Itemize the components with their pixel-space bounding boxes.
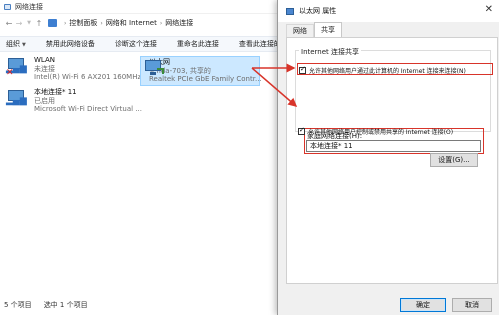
connection-adapter: Microsoft Wi-Fi Direct Virtual ...	[34, 105, 142, 113]
organize-menu[interactable]: 组织 ▼	[6, 39, 26, 49]
connection-status: 已启用	[34, 96, 55, 105]
chevron-right-icon[interactable]: ›	[160, 20, 162, 27]
annotation-box-sharing	[297, 63, 493, 75]
cable-icon	[157, 68, 164, 74]
connection-status: 未连接	[34, 64, 55, 73]
screen: 网络连接 ← → ▼ ↑ › 控制面板 › 网络和 Internet › 网络连…	[0, 0, 499, 315]
close-icon[interactable]: ✕	[485, 4, 493, 15]
status-bar: 5 个项目 选中 1 个项目	[4, 300, 100, 310]
breadcrumb-network-connections[interactable]: 网络连接	[165, 18, 193, 28]
connection-wlan[interactable]: ▂▄▆ ✕ WLAN 未连接 Intel(R) Wi-Fi 6 AX201 16…	[6, 56, 141, 82]
network-adapter-icon	[286, 7, 294, 15]
settings-button[interactable]: 设置(G)...	[430, 153, 478, 167]
recent-locations-icon[interactable]: ▼	[24, 20, 34, 26]
connection-adapter: Realtek PCIe GbE Family Contr...	[149, 75, 262, 83]
tab-sharing[interactable]: 共享	[314, 22, 342, 37]
connection-name: 以太网	[149, 58, 262, 67]
rename-button[interactable]: 重命名此连接	[177, 39, 219, 49]
tab-network[interactable]: 网络	[286, 24, 314, 37]
disable-device-button[interactable]: 禁用此网络设备	[46, 39, 95, 49]
wifi-signal-icon: ▂▄▆	[6, 96, 27, 106]
allow-control-checkbox[interactable]: 允许其他网络用户控制或禁用共享的 Internet 连接(O)	[298, 126, 454, 136]
chevron-right-icon[interactable]: ›	[100, 20, 102, 27]
allow-control-label: 允许其他网络用户控制或禁用共享的 Internet 连接(O)	[308, 129, 454, 136]
checkbox-checked-icon	[298, 126, 305, 135]
connection-adapter: Intel(R) Wi-Fi 6 AX201 160MHz	[34, 73, 142, 81]
connection-status: Tenda-703, 共享的	[149, 66, 211, 75]
ethernet-properties-dialog: 以太网 属性 ✕ 网络 共享 Internet 连接共享 允许其他网络用户通过此…	[277, 0, 499, 315]
breadcrumb-control-panel[interactable]: 控制面板	[69, 18, 97, 28]
command-bar: 组织 ▼ 禁用此网络设备 诊断这个连接 重命名此连接 查看此连接的状态	[0, 36, 295, 52]
ics-group-label: Internet 连接共享	[299, 47, 362, 57]
connection-ethernet[interactable]: 以太网 Tenda-703, 共享的 Realtek PCIe GbE Fami…	[140, 56, 262, 86]
window-title: 网络连接	[15, 2, 43, 11]
wifi-adapter-icon: ▂▄▆ ✕	[6, 56, 28, 78]
control-panel-icon	[48, 19, 57, 27]
connection-name: WLAN	[34, 56, 56, 64]
diagnose-button[interactable]: 诊断这个连接	[115, 39, 157, 49]
organize-label: 组织	[6, 40, 20, 48]
virtual-adapter-icon: ▂▄▆	[6, 88, 28, 108]
ok-button[interactable]: 确定	[400, 298, 446, 312]
cancel-button[interactable]: 取消	[452, 298, 492, 312]
item-count: 5 个项目	[4, 301, 32, 309]
window-icon	[4, 3, 11, 10]
tab-strip: 网络 共享	[286, 22, 342, 37]
chevron-right-icon[interactable]: ›	[64, 20, 66, 27]
dialog-title: 以太网 属性	[299, 7, 337, 15]
caret-down-icon: ▼	[22, 42, 26, 48]
connection-local-11[interactable]: ▂▄▆ 本地连接* 11 已启用 Microsoft Wi-Fi Direct …	[6, 88, 142, 114]
breadcrumb-network-internet[interactable]: 网络和 Internet	[106, 18, 157, 28]
dialog-titlebar: 以太网 属性	[278, 0, 499, 22]
selected-count: 选中 1 个项目	[43, 301, 88, 309]
up-arrow-icon[interactable]: ↑	[34, 19, 44, 28]
breadcrumb: › 控制面板 › 网络和 Internet › 网络连接	[48, 16, 193, 30]
disconnected-x-icon: ✕	[6, 68, 14, 78]
forward-arrow-icon[interactable]: →	[14, 19, 24, 28]
connection-name: 本地连接* 11	[34, 88, 77, 96]
back-arrow-icon[interactable]: ←	[4, 19, 14, 28]
